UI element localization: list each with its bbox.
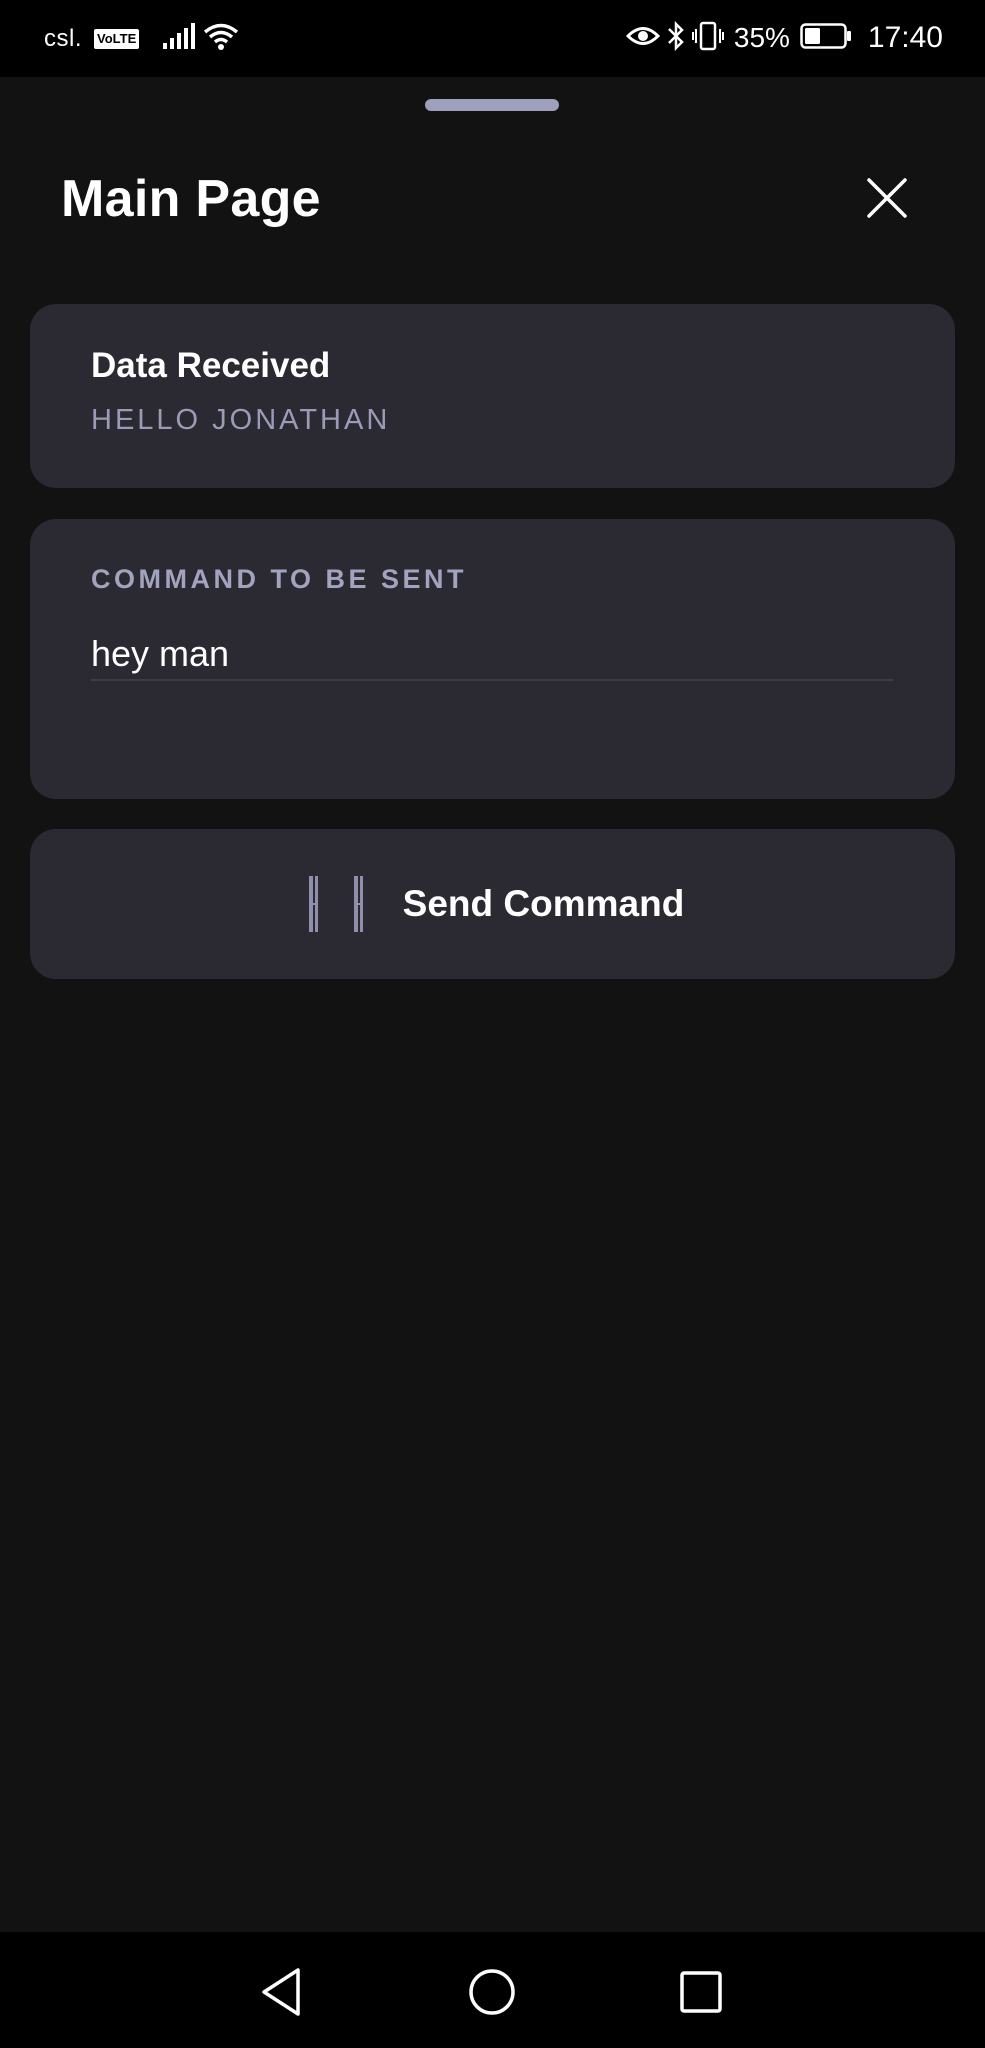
close-button[interactable] — [862, 173, 912, 223]
recents-icon — [680, 1971, 722, 2013]
volte-badge: VoLTE — [94, 29, 140, 49]
nav-home-button[interactable] — [464, 1964, 520, 2020]
home-icon — [469, 1969, 515, 2015]
status-bar-left: csl. VoLTE — [44, 22, 245, 56]
status-bar-right: 35% 17:40 — [625, 18, 943, 58]
carrier-name: csl. — [44, 25, 82, 52]
battery-icon — [800, 22, 852, 54]
command-input[interactable] — [91, 629, 893, 681]
data-received-title: Data Received — [91, 346, 331, 385]
main-sheet: Main Page Data Received HELLO JONATHAN C… — [0, 77, 985, 1932]
wifi-icon — [203, 22, 239, 57]
nav-recents-button[interactable] — [673, 1964, 729, 2020]
clock-time: 17:40 — [867, 21, 943, 54]
close-icon — [867, 178, 907, 218]
drag-handle[interactable] — [425, 99, 559, 111]
back-icon — [262, 1968, 300, 2016]
nav-back-button[interactable] — [256, 1964, 312, 2020]
data-received-card: Data Received HELLO JONATHAN — [30, 304, 955, 488]
send-command-content: Send Command — [30, 829, 955, 979]
eye-icon — [625, 23, 660, 54]
send-command-label: Send Command — [402, 883, 685, 924]
command-label: COMMAND TO BE SENT — [91, 564, 468, 594]
battery-percent: 35% — [733, 22, 790, 53]
send-command-button[interactable]: Send Command — [30, 829, 955, 979]
navigation-bar — [0, 1932, 985, 2048]
vibrate-icon — [691, 21, 724, 56]
signal-icon — [163, 22, 197, 56]
status-bar: csl. VoLTE 35% 17:40 — [0, 0, 985, 77]
command-card: COMMAND TO BE SENT — [30, 519, 955, 799]
send-icon — [301, 873, 371, 935]
bluetooth-icon — [666, 20, 686, 56]
page-title: Main Page — [61, 170, 321, 228]
data-received-value: HELLO JONATHAN — [91, 404, 391, 436]
